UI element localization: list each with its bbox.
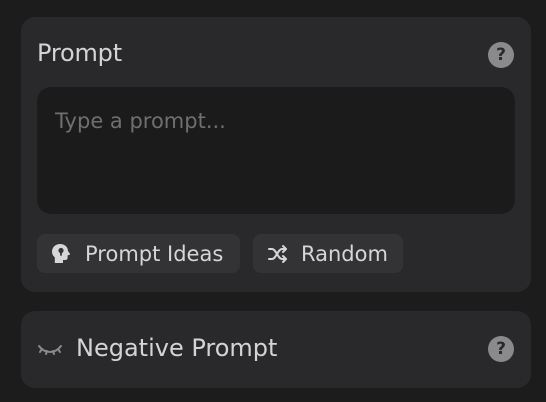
negative-prompt-title: Negative Prompt bbox=[76, 334, 278, 362]
negative-prompt-help-icon[interactable]: ? bbox=[488, 336, 514, 362]
prompt-ideas-button[interactable]: Prompt Ideas bbox=[37, 234, 240, 273]
shuffle-icon bbox=[265, 241, 291, 267]
head-lightbulb-icon bbox=[49, 241, 75, 267]
eye-closed-icon bbox=[38, 345, 62, 355]
prompt-panel: Prompt ? Prompt Ideas Random bbox=[21, 17, 531, 292]
prompt-help-icon[interactable]: ? bbox=[488, 42, 514, 68]
random-button[interactable]: Random bbox=[253, 234, 403, 273]
prompt-ideas-label: Prompt Ideas bbox=[85, 241, 224, 266]
prompt-input[interactable] bbox=[37, 87, 515, 214]
random-label: Random bbox=[301, 241, 388, 266]
prompt-title: Prompt bbox=[37, 39, 122, 67]
negative-prompt-panel[interactable]: Negative Prompt ? bbox=[21, 311, 531, 388]
